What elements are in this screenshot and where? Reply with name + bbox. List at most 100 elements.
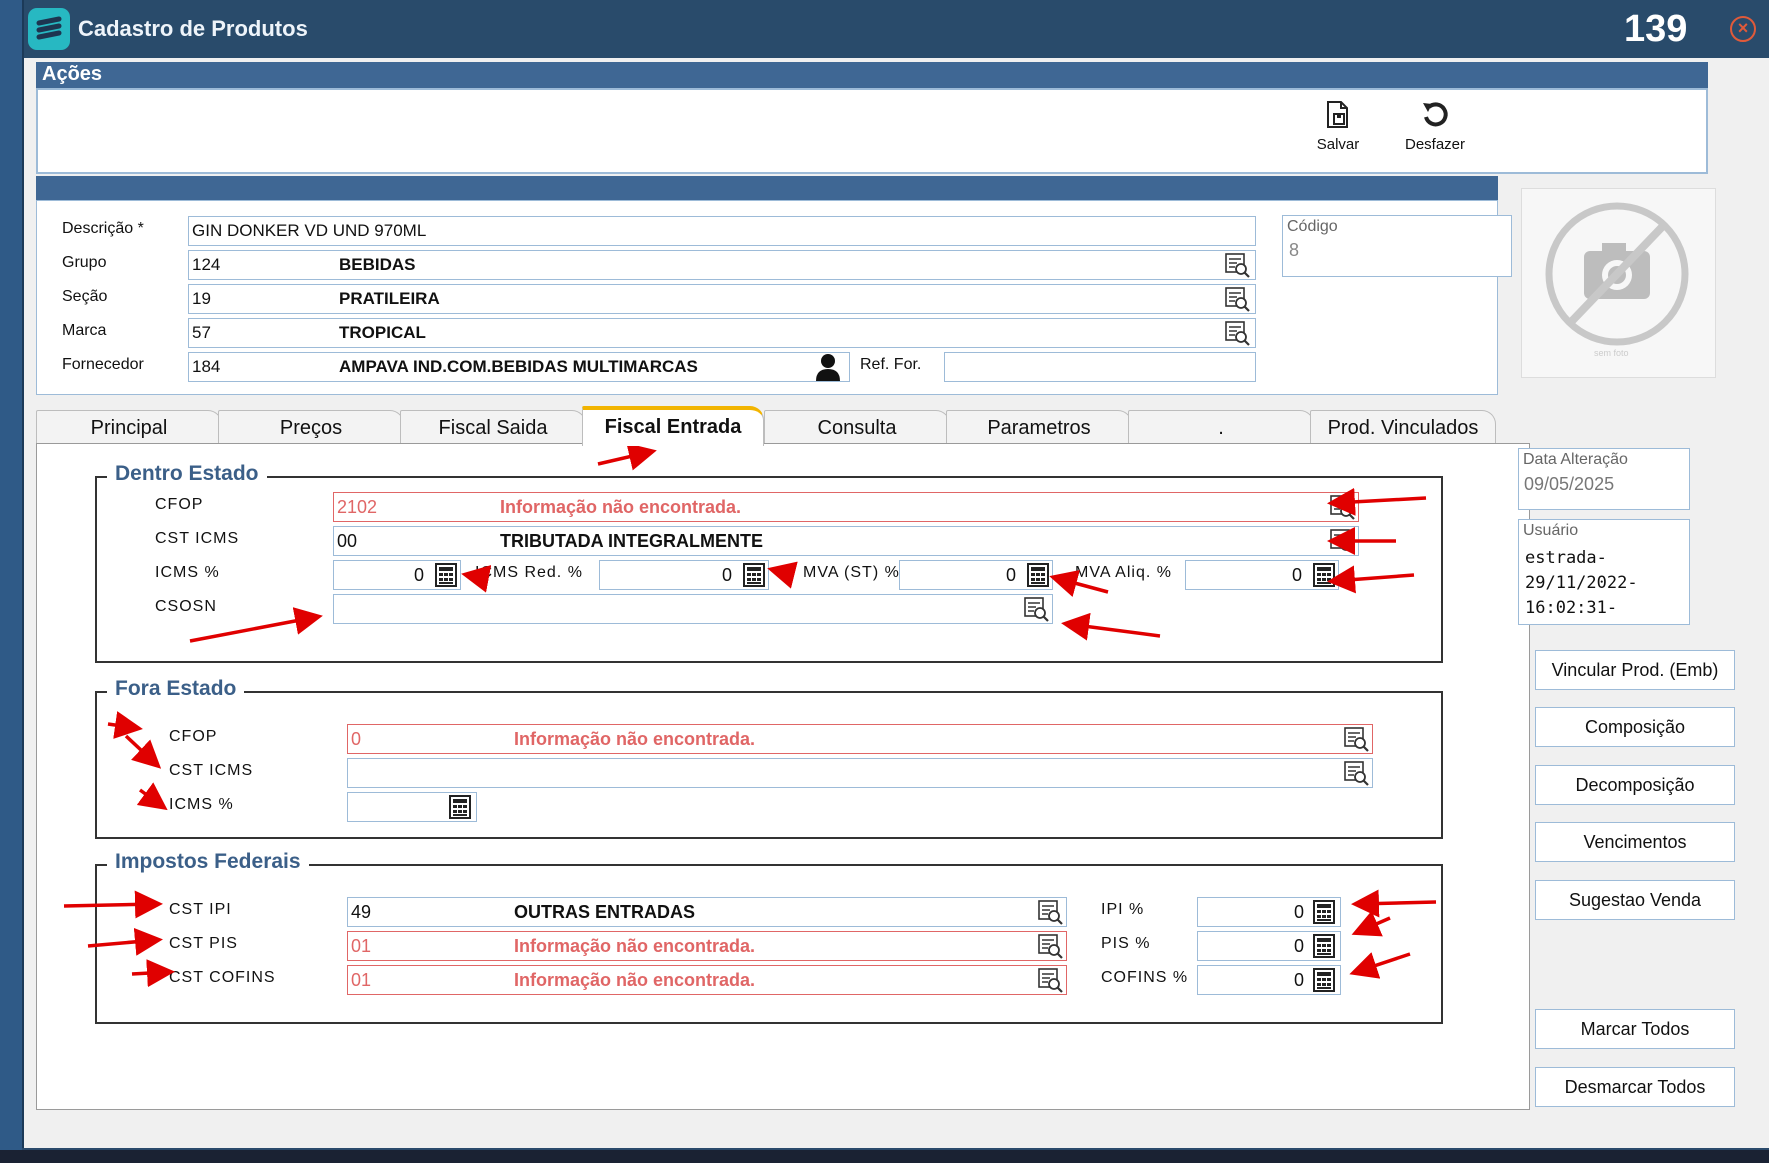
tab-precos[interactable]: Preços [218, 410, 404, 444]
tab-principal[interactable]: Principal [36, 410, 222, 444]
tab-consulta[interactable]: Consulta [764, 410, 950, 444]
app-logo-icon [28, 8, 70, 50]
calculator-icon[interactable] [743, 563, 765, 587]
cst-ipi-code: 49 [351, 902, 372, 922]
desmarcar-todos-button[interactable]: Desmarcar Todos [1535, 1067, 1735, 1107]
de-cfop-desc: Informação não encontrada. [500, 497, 742, 517]
fornecedor-field[interactable]: 184 AMPAVA IND.COM.BEBIDAS MULTIMARCAS [188, 352, 850, 382]
tab-parametros[interactable]: Parametros [946, 410, 1132, 444]
vincular-prod-button[interactable]: Vincular Prod. (Emb) [1535, 650, 1735, 690]
de-icms-pct-label: ICMS % [155, 564, 220, 581]
de-cst-icms-field[interactable]: 00 TRIBUTADA INTEGRALMENTE [333, 526, 1359, 556]
cst-cofins-field[interactable]: 01 Informação não encontrada. [347, 965, 1067, 995]
composicao-button[interactable]: Composição [1535, 707, 1735, 747]
sugestao-venda-button[interactable]: Sugestao Venda [1535, 880, 1735, 920]
calculator-icon[interactable] [1313, 900, 1335, 924]
marca-desc: TROPICAL [339, 323, 426, 342]
calculator-icon[interactable] [1313, 934, 1335, 958]
cst-ipi-field[interactable]: 49 OUTRAS ENTRADAS [347, 897, 1067, 927]
photo-caption: sem foto [1594, 348, 1629, 358]
header-band [36, 176, 1498, 200]
de-cst-icms-code: 00 [337, 531, 358, 551]
vencimentos-button[interactable]: Vencimentos [1535, 822, 1735, 862]
fe-cfop-label: CFOP [169, 728, 218, 745]
ref-for-label: Ref. For. [860, 356, 922, 373]
de-cfop-field[interactable]: 2102 Informação não encontrada. [333, 492, 1359, 522]
lookup-icon[interactable] [1224, 320, 1250, 346]
save-button[interactable]: Salvar [1293, 100, 1383, 166]
acoes-header: Ações [36, 62, 1708, 88]
usuario-value: estrada- 29/11/2022- 16:02:31- [1525, 548, 1638, 618]
lookup-icon[interactable] [1037, 967, 1063, 993]
decomposicao-button[interactable]: Decomposição [1535, 765, 1735, 805]
window-title: Cadastro de Produtos [78, 16, 308, 41]
grupo-label: Grupo [62, 254, 107, 271]
fornecedor-code: 184 [192, 357, 221, 376]
lookup-icon[interactable] [1224, 286, 1250, 312]
lookup-icon[interactable] [1023, 596, 1049, 622]
cst-ipi-label: CST IPI [169, 901, 232, 918]
calculator-icon[interactable] [1313, 563, 1335, 587]
tab-prod-vinculados[interactable]: Prod. Vinculados [1310, 410, 1496, 444]
lookup-icon[interactable] [1329, 528, 1355, 554]
tab-fiscal-entrada[interactable]: Fiscal Entrada [582, 406, 764, 446]
save-label: Salvar [1316, 136, 1360, 153]
close-icon[interactable]: × [1730, 16, 1756, 42]
codigo-label: Código [1287, 218, 1338, 235]
lookup-icon[interactable] [1224, 252, 1250, 278]
secao-label: Seção [62, 288, 108, 305]
undo-label: Desfazer [1404, 136, 1466, 153]
tab-bar: Principal Preços Fiscal Saida Fiscal Ent… [36, 406, 1530, 446]
cst-pis-desc: Informação não encontrada. [514, 936, 756, 956]
lookup-icon[interactable] [1329, 494, 1355, 520]
lookup-icon[interactable] [1037, 933, 1063, 959]
fiscal-entrada-panel: Dentro Estado CFOP 2102 Informação não e… [36, 443, 1530, 1110]
calculator-icon[interactable] [1313, 968, 1335, 992]
de-csosn-field[interactable] [333, 594, 1053, 624]
undo-icon [1390, 100, 1480, 136]
ref-for-field[interactable] [944, 352, 1256, 382]
undo-button[interactable]: Desfazer [1390, 100, 1480, 166]
fe-cfop-field[interactable]: 0 Informação não encontrada. [347, 724, 1373, 754]
calculator-icon[interactable] [449, 795, 471, 819]
descricao-field[interactable]: GIN DONKER VD UND 970ML [188, 216, 1256, 246]
codigo-value: 8 [1289, 240, 1300, 260]
grupo-desc: BEBIDAS [339, 255, 416, 274]
desktop-left-strip [0, 0, 22, 1163]
de-icms-red-label: ICMS Red. % [475, 564, 583, 581]
cst-pis-field[interactable]: 01 Informação não encontrada. [347, 931, 1067, 961]
de-cst-icms-label: CST ICMS [155, 530, 240, 547]
fe-cfop-code: 0 [351, 729, 362, 749]
calculator-icon[interactable] [435, 563, 457, 587]
supplier-person-icon[interactable] [814, 352, 842, 382]
lookup-icon[interactable] [1343, 726, 1369, 752]
marca-field[interactable]: 57 TROPICAL [188, 318, 1256, 348]
descricao-value: GIN DONKER VD UND 970ML [192, 221, 427, 240]
taskbar [0, 1150, 1769, 1163]
de-mva-st-label: MVA (ST) % [803, 564, 900, 581]
descricao-label: Descrição * [62, 220, 144, 237]
de-mva-aliq-label: MVA Aliq. % [1075, 564, 1172, 581]
calculator-icon[interactable] [1027, 563, 1049, 587]
cst-pis-code: 01 [351, 936, 372, 956]
grupo-field[interactable]: 124 BEBIDAS [188, 250, 1256, 280]
marcar-todos-button[interactable]: Marcar Todos [1535, 1009, 1735, 1049]
de-cfop-label: CFOP [155, 496, 204, 513]
cst-cofins-code: 01 [351, 970, 372, 990]
secao-field[interactable]: 19 PRATILEIRA [188, 284, 1256, 314]
fe-cst-icms-field[interactable] [347, 758, 1373, 788]
de-cst-icms-desc: TRIBUTADA INTEGRALMENTE [500, 531, 763, 551]
secao-code: 19 [192, 289, 211, 308]
ipi-pct-label: IPI % [1101, 901, 1145, 918]
usuario-label: Usuário [1523, 522, 1579, 539]
fornecedor-label: Fornecedor [62, 356, 144, 373]
tab-blank[interactable]: . [1128, 410, 1314, 444]
tab-fiscal-saida[interactable]: Fiscal Saida [400, 410, 586, 444]
de-cfop-code: 2102 [337, 497, 378, 517]
lookup-icon[interactable] [1343, 760, 1369, 786]
cst-ipi-desc: OUTRAS ENTRADAS [514, 902, 696, 922]
data-alteracao-label: Data Alteração [1523, 451, 1628, 468]
lookup-icon[interactable] [1037, 899, 1063, 925]
impostos-federais-title: Impostos Federais [107, 850, 309, 874]
marca-label: Marca [62, 322, 107, 339]
